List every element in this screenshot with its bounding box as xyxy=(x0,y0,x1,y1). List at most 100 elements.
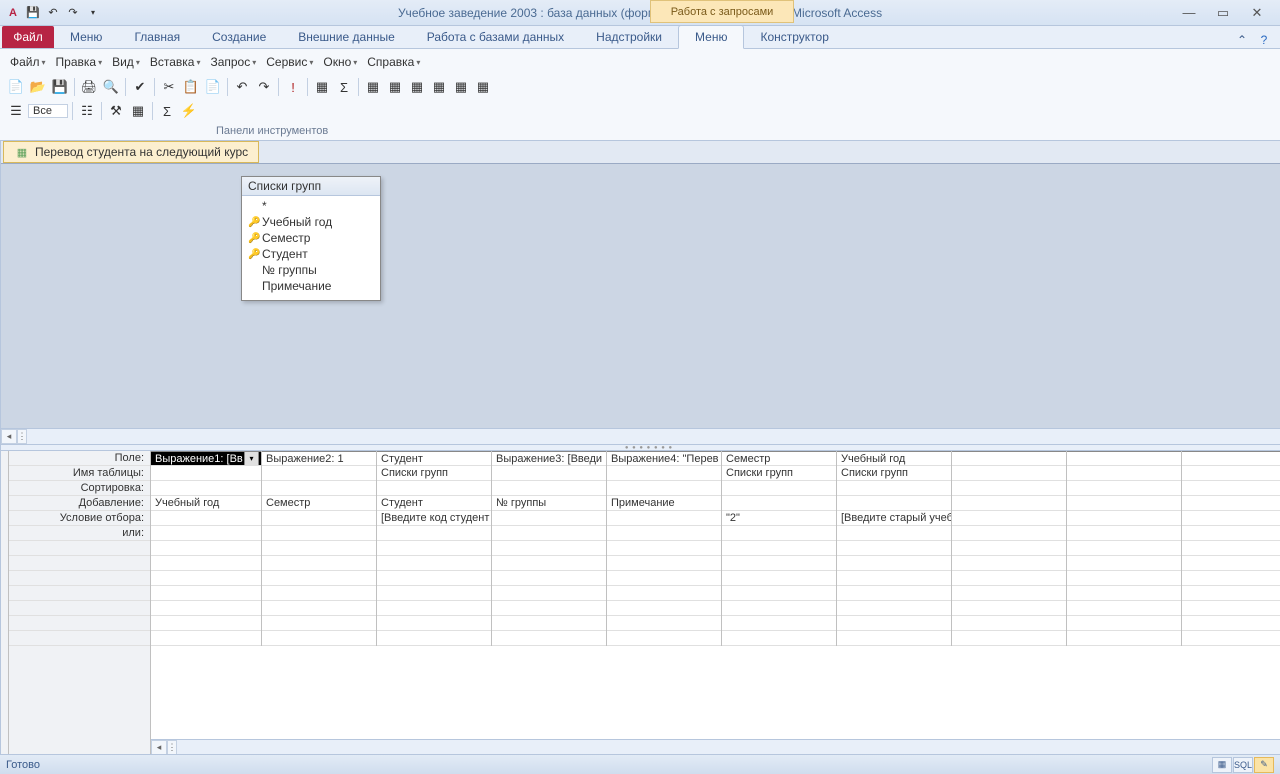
grid-cell[interactable] xyxy=(151,556,261,571)
new-icon[interactable]: 📄 xyxy=(6,77,26,97)
grid-cell[interactable] xyxy=(262,526,376,541)
append-icon[interactable]: ▦ xyxy=(451,77,471,97)
grid-cell[interactable] xyxy=(262,616,376,631)
grid-cell[interactable] xyxy=(952,466,1066,481)
grid-cell[interactable] xyxy=(377,631,491,646)
grid-cell[interactable] xyxy=(1182,526,1280,541)
grid-cell[interactable] xyxy=(952,481,1066,496)
grid-column[interactable] xyxy=(1067,451,1182,646)
grid-cell[interactable] xyxy=(1182,631,1280,646)
grid-column[interactable]: Выражение3: [Введи№ группы xyxy=(492,451,607,646)
table-field-list[interactable]: Списки групп *🔑Учебный год🔑Семестр🔑Студе… xyxy=(241,176,381,301)
tab-design[interactable]: Конструктор xyxy=(744,26,844,48)
show-table-icon[interactable]: ▦ xyxy=(312,77,332,97)
grid-cell[interactable] xyxy=(492,466,606,481)
design-view-icon[interactable]: ✎ xyxy=(1254,757,1274,773)
grid-cell[interactable] xyxy=(952,541,1066,556)
undo-icon2[interactable]: ↶ xyxy=(232,77,252,97)
grid-cell[interactable] xyxy=(492,616,606,631)
grid-cell[interactable] xyxy=(1067,541,1181,556)
menu-insert[interactable]: Вставка xyxy=(146,53,205,71)
totals-icon[interactable]: Σ xyxy=(334,77,354,97)
grid-cell[interactable] xyxy=(607,631,721,646)
tab-menu2[interactable]: Меню xyxy=(678,25,744,49)
grid-cell[interactable] xyxy=(952,616,1066,631)
grid-column[interactable]: СтудентСписки группСтудент[Введите код с… xyxy=(377,451,492,646)
grid-cell[interactable] xyxy=(492,586,606,601)
menu-window[interactable]: Окно xyxy=(319,53,361,71)
grid-cell[interactable]: Примечание xyxy=(607,496,721,511)
grid-cell[interactable] xyxy=(1182,571,1280,586)
field-list-item[interactable]: 🔑Учебный год xyxy=(248,214,374,230)
grid-cell[interactable]: Списки групп xyxy=(722,466,836,481)
grid-cell[interactable] xyxy=(952,586,1066,601)
grid-cell[interactable] xyxy=(151,481,261,496)
grid-cell[interactable] xyxy=(607,586,721,601)
redo-icon[interactable]: ↷ xyxy=(64,4,82,22)
grid-cell[interactable] xyxy=(607,466,721,481)
grid-cell[interactable] xyxy=(952,631,1066,646)
grid-cell[interactable] xyxy=(1067,466,1181,481)
make-table-icon[interactable]: ▦ xyxy=(407,77,427,97)
grid-cell[interactable] xyxy=(262,511,376,526)
spell-icon[interactable]: ✔ xyxy=(130,77,150,97)
grid-cell[interactable]: Семестр xyxy=(262,496,376,511)
open-icon[interactable]: 📂 xyxy=(28,77,48,97)
grid-cell[interactable] xyxy=(1182,481,1280,496)
grid-cell[interactable] xyxy=(722,541,836,556)
grid-cell[interactable] xyxy=(1067,616,1181,631)
grid-cell[interactable] xyxy=(1182,586,1280,601)
design-splitter[interactable]: ● ● ● ● ● ● ● xyxy=(1,444,1280,451)
grid-cell[interactable] xyxy=(1067,571,1181,586)
grid-cell[interactable] xyxy=(377,571,491,586)
grid-column[interactable] xyxy=(952,451,1067,646)
grid-cell[interactable] xyxy=(1182,616,1280,631)
grid-cell[interactable] xyxy=(722,586,836,601)
view-icon[interactable]: ☰ xyxy=(6,101,26,121)
grid-cell[interactable] xyxy=(151,541,261,556)
grid-cell[interactable] xyxy=(151,571,261,586)
grid-cell[interactable] xyxy=(722,571,836,586)
save-icon2[interactable]: 💾 xyxy=(50,77,70,97)
grid-cell[interactable] xyxy=(1067,556,1181,571)
grid-cell[interactable] xyxy=(262,466,376,481)
grid-cell[interactable] xyxy=(151,526,261,541)
grid-cell[interactable] xyxy=(837,571,951,586)
grid-cell[interactable] xyxy=(1067,481,1181,496)
preview-icon[interactable]: 🔍 xyxy=(101,77,121,97)
grid-cell[interactable] xyxy=(151,466,261,481)
save-icon[interactable]: 💾 xyxy=(24,4,42,22)
grid-cell[interactable] xyxy=(262,481,376,496)
grid-column[interactable]: Учебный годСписки групп[Введите старый у… xyxy=(837,451,952,646)
grid-cell[interactable] xyxy=(1182,541,1280,556)
grid-cell[interactable] xyxy=(1067,496,1181,511)
grid-cell[interactable] xyxy=(837,481,951,496)
grid-cell[interactable] xyxy=(837,526,951,541)
scroll-handle-icon[interactable]: ⋮ xyxy=(167,740,177,755)
grid-cell[interactable] xyxy=(492,541,606,556)
grid-cell[interactable]: "2" xyxy=(722,511,836,526)
lower-horizontal-scrollbar[interactable]: ◂ ⋮ ▸ xyxy=(151,739,1280,755)
field-list-item[interactable]: * xyxy=(248,198,374,214)
undo-icon[interactable]: ↶ xyxy=(44,4,62,22)
grid-cell[interactable] xyxy=(1067,631,1181,646)
scroll-left-icon[interactable]: ◂ xyxy=(1,429,17,444)
field-list-item[interactable]: № группы xyxy=(248,262,374,278)
grid-cell[interactable] xyxy=(492,556,606,571)
ribbon-minimize-icon[interactable]: ⌃ xyxy=(1234,32,1250,48)
grid-cell[interactable] xyxy=(952,511,1066,526)
all-combo[interactable]: Все xyxy=(28,104,68,118)
grid-cell[interactable]: [Введите старый учеб xyxy=(837,511,951,526)
grid-cell[interactable] xyxy=(492,601,606,616)
grid-cell[interactable] xyxy=(607,541,721,556)
grid-cell[interactable] xyxy=(377,601,491,616)
grid-cell[interactable] xyxy=(607,556,721,571)
grid-cell[interactable] xyxy=(262,586,376,601)
grid-cell[interactable]: Учебный год xyxy=(151,496,261,511)
grid-cell[interactable] xyxy=(952,526,1066,541)
grid-cell[interactable] xyxy=(1067,601,1181,616)
grid-column[interactable]: Выражение2: 1Семестр xyxy=(262,451,377,646)
copy-icon[interactable]: 📋 xyxy=(181,77,201,97)
grid-cell[interactable] xyxy=(722,601,836,616)
grid-cell[interactable] xyxy=(1067,511,1181,526)
